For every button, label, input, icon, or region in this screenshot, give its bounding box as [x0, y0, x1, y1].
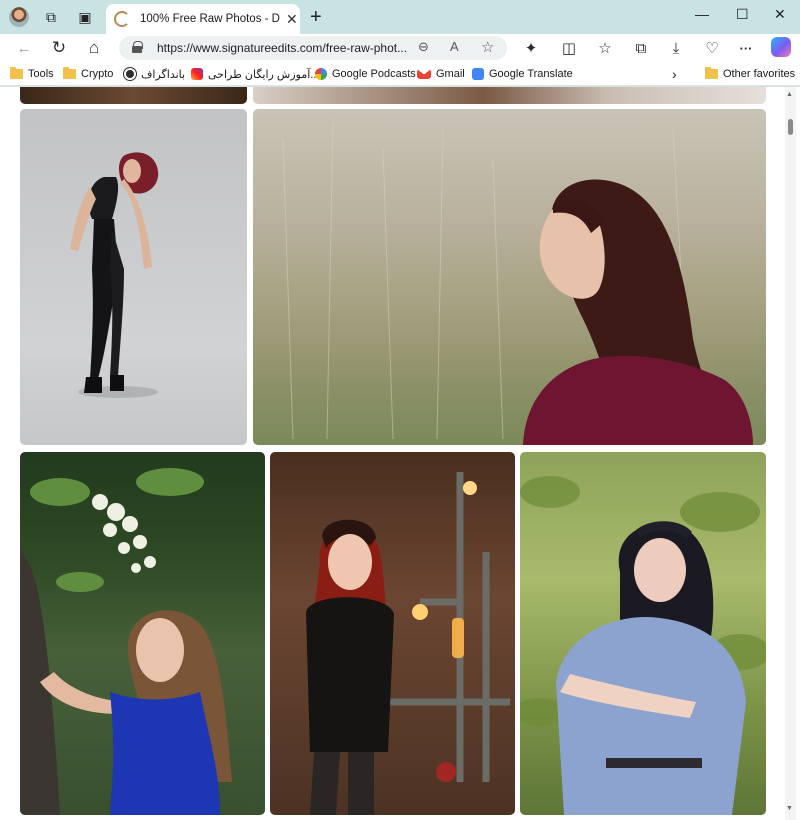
address-bar[interactable]: https://www.signatureedits.com/free-raw-…	[119, 36, 507, 60]
favorite-google-translate[interactable]: Google Translate	[472, 66, 573, 82]
field-brunette-figure	[282, 118, 753, 445]
favorite-crypto[interactable]: Crypto	[63, 66, 113, 82]
gallery-photo-studio-model[interactable]	[20, 109, 247, 445]
tab-actions-icon[interactable]: ▣	[75, 7, 95, 27]
profile-avatar[interactable]	[9, 7, 29, 27]
collections-icon[interactable]: ⧉	[631, 38, 651, 58]
back-icon[interactable]: ←	[14, 38, 34, 58]
instagram-icon	[191, 68, 203, 80]
active-tab[interactable]: 100% Free Raw Photos - Download ✕	[106, 4, 300, 34]
zoom-icon[interactable]: ⊖	[418, 39, 429, 55]
tree-model-figure	[20, 468, 232, 815]
refresh-icon[interactable]: ↻	[49, 38, 69, 58]
favorite-other-favorites[interactable]: Other favorites	[705, 66, 795, 82]
favorite-gmail[interactable]: Gmail	[417, 66, 465, 82]
gallery-photo-field-brunette[interactable]	[253, 109, 766, 445]
studio-model-figure	[70, 152, 159, 398]
copilot-icon[interactable]	[771, 37, 791, 57]
home-icon[interactable]: ⌂	[84, 38, 104, 58]
gallery-photo-partial-right[interactable]	[253, 87, 766, 104]
gallery-photo-partial-left[interactable]	[20, 87, 247, 104]
navigation-toolbar: ← ↻ ⌂ https://www.signatureedits.com/fre…	[0, 34, 800, 62]
tab-title: 100% Free Raw Photos - Download	[140, 13, 280, 25]
gmail-icon	[417, 69, 431, 79]
gallery-photo-industrial-model[interactable]	[270, 452, 515, 815]
page-scrollbar[interactable]: ▲ ▼	[785, 87, 796, 820]
minimize-button[interactable]: —	[695, 6, 709, 22]
scroll-up-arrow-icon[interactable]: ▲	[786, 91, 793, 98]
favorites-overflow-icon[interactable]: ›	[672, 66, 677, 82]
favorite-design-tutorial[interactable]: آموزش رایگان طراحی...	[191, 66, 319, 82]
industrial-model-figure	[306, 472, 510, 815]
split-screen-icon[interactable]: ◫	[559, 38, 579, 58]
scroll-down-arrow-icon[interactable]: ▼	[786, 805, 793, 812]
favorite-google-podcasts[interactable]: Google Podcasts	[315, 66, 416, 82]
gallery-photo-greenery-model[interactable]	[520, 452, 766, 815]
maximize-button[interactable]: ☐	[736, 6, 749, 23]
new-tab-button[interactable]: +	[310, 6, 322, 29]
favorites-bar: Tools Crypto بانداگراف آموزش رایگان طراح…	[0, 62, 800, 86]
gallery-photo-tree-model[interactable]	[20, 452, 265, 815]
scrollbar-thumb[interactable]	[788, 119, 793, 135]
folder-icon	[63, 67, 76, 79]
more-options-icon[interactable]: ···	[736, 38, 756, 58]
google-translate-icon	[472, 68, 484, 80]
close-window-button[interactable]: ✕	[774, 6, 786, 23]
favorite-bandagraph[interactable]: بانداگراف	[124, 66, 185, 82]
lock-icon[interactable]	[132, 41, 143, 53]
folder-icon	[705, 67, 718, 79]
url-text[interactable]: https://www.signatureedits.com/free-raw-…	[157, 41, 407, 55]
tab-strip: ⧉ ▣ 100% Free Raw Photos - Download ✕ + …	[0, 0, 800, 34]
downloads-icon[interactable]: ⤓	[666, 38, 686, 58]
greenery-model-figure	[520, 476, 766, 815]
add-favorite-icon[interactable]: ☆	[481, 38, 494, 56]
extensions-icon[interactable]: ✦	[521, 38, 541, 58]
favorite-tools[interactable]: Tools	[10, 66, 54, 82]
folder-icon	[10, 67, 23, 79]
browser-essentials-icon[interactable]: ♡	[702, 38, 722, 58]
page-content	[0, 87, 800, 820]
globe-icon	[124, 68, 136, 80]
tab-close-icon[interactable]: ✕	[286, 11, 298, 28]
read-aloud-icon[interactable]: A	[450, 39, 459, 54]
google-podcasts-icon	[315, 68, 327, 80]
favorites-icon[interactable]: ☆	[595, 38, 615, 58]
workspaces-icon[interactable]: ⧉	[41, 7, 61, 27]
site-favicon-icon	[114, 11, 130, 27]
